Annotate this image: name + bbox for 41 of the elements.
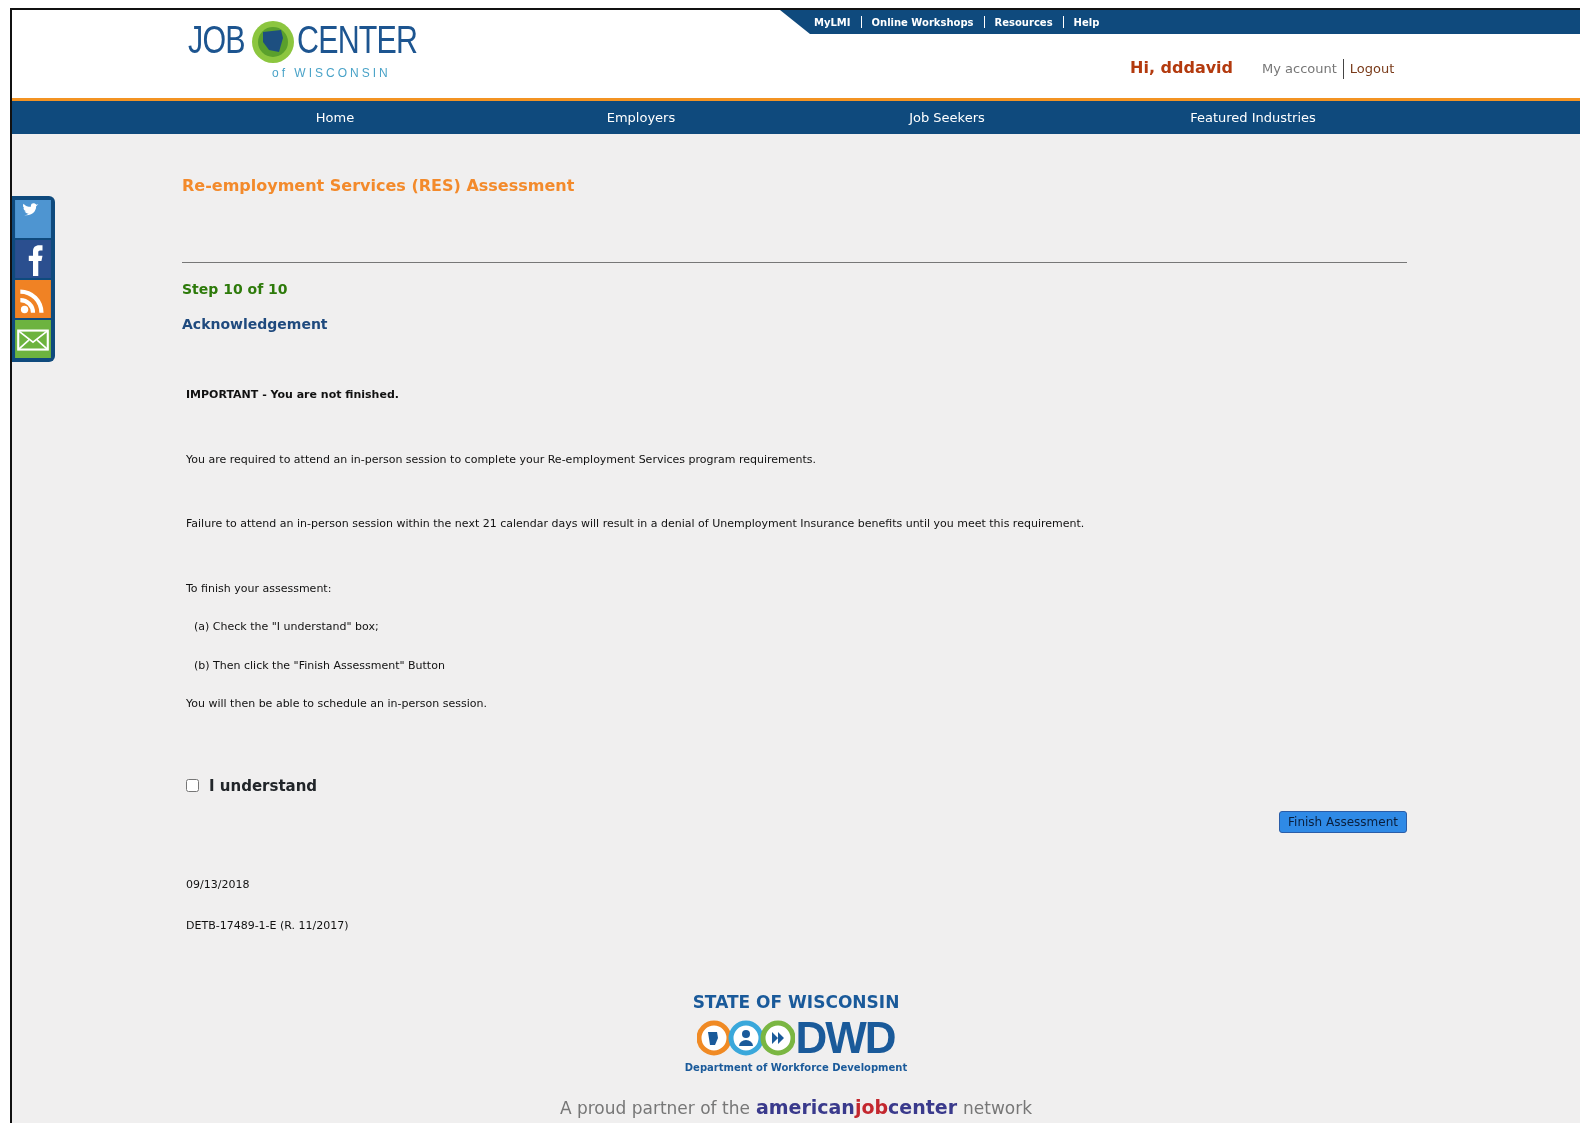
state-name: STATE OF WISCONSIN (692, 991, 900, 1014)
twitter-icon[interactable] (15, 200, 51, 238)
partner-text: A proud partner of the (559, 1096, 750, 1120)
envelope-icon[interactable] (15, 320, 51, 358)
paragraph: To finish your assessment: (186, 580, 333, 597)
circles-logo-icon (697, 1018, 796, 1057)
date-text: 09/13/2018 (186, 877, 251, 893)
top-link[interactable]: Help (1063, 14, 1110, 30)
logo-tagline: of WISCONSIN (272, 65, 391, 82)
nav-link[interactable]: Job Seekers (794, 101, 1100, 134)
agency-logo-text: DWD (795, 1015, 895, 1060)
top-link[interactable]: Online Workshops (861, 14, 984, 30)
page-title: Re-employment Services (RES) Assessment (182, 175, 576, 197)
paragraph: You are required to attend an in-person session to complete your Re-employment Services program requirements. (186, 451, 818, 468)
partner-logo-text: job (854, 1094, 889, 1120)
facebook-icon[interactable] (15, 240, 51, 278)
globe-icon (250, 20, 295, 64)
paragraph: You will then be able to schedule an in-person session. (186, 696, 488, 712)
logo-text: JOB (188, 20, 245, 60)
step-indicator: Step 10 of 10 (182, 280, 289, 299)
top-link[interactable]: Resources (984, 14, 1063, 30)
nav-link[interactable]: Employers (488, 101, 794, 134)
account-link[interactable]: My account (1262, 59, 1337, 79)
form-id: DETB-17489-1-E (R. 11/2017) (186, 917, 350, 934)
top-link[interactable]: MyLMI (804, 14, 861, 30)
understand-checkbox[interactable] (186, 779, 199, 793)
agency-name: Department of Workforce Development (684, 1060, 908, 1075)
section-title: Acknowledgement (182, 315, 329, 334)
paragraph: (a) Check the "I understand" box; (194, 619, 380, 635)
paragraph: (b) Then click the "Finish Assessment" Button (194, 657, 446, 674)
nav-link[interactable]: Home (182, 101, 488, 134)
paragraph: Failure to attend an in-person session within the next 21 calendar days will result in a denial of Unemployment Insurance benefits until you meet this requirement. (186, 516, 1086, 532)
checkbox-label: I understand (209, 775, 318, 797)
partner-logo-text: american (755, 1094, 855, 1120)
partner-logo-text: center (888, 1094, 958, 1120)
account-link[interactable]: Logout (1349, 59, 1395, 79)
partner-text: network (963, 1096, 1033, 1120)
nav-link[interactable]: Featured Industries (1100, 101, 1406, 134)
paragraph: IMPORTANT - You are not finished. (186, 387, 400, 403)
greeting: Hi, dddavid (1130, 57, 1234, 79)
logo-text: CENTER (296, 20, 418, 60)
